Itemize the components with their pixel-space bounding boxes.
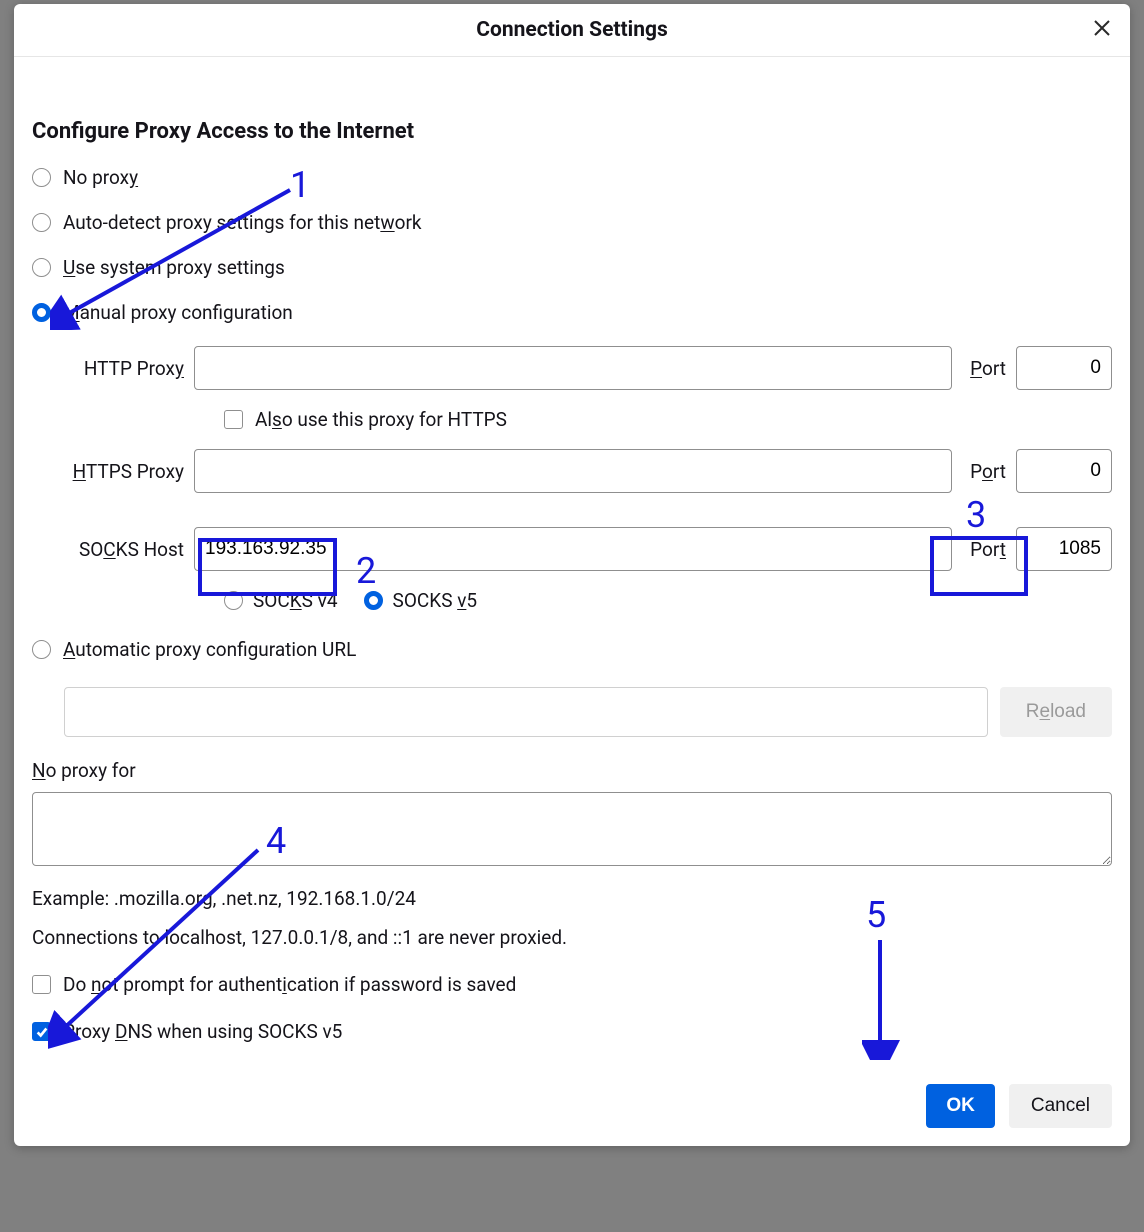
ok-button[interactable]: OK (926, 1084, 995, 1128)
section-title: Configure Proxy Access to the Internet (32, 119, 1112, 144)
auto-url-input[interactable] (64, 687, 988, 737)
manual-proxy-fields: HTTP Proxy Port Also use this proxy for … (64, 346, 1112, 612)
auth-prompt-label: Do not prompt for authentication if pass… (63, 973, 516, 996)
dialog-title: Connection Settings (476, 18, 668, 42)
http-proxy-label: HTTP Proxy (64, 357, 184, 380)
http-port-label: Port (970, 357, 1006, 380)
no-proxy-for-label: No proxy for (32, 759, 1112, 782)
socks-host-input[interactable] (194, 527, 952, 571)
http-port-input[interactable] (1016, 346, 1112, 390)
radio-icon (32, 258, 51, 277)
https-proxy-row: HTTPS Proxy Port (64, 449, 1112, 493)
radio-icon (32, 640, 51, 659)
example-text: Example: .mozilla.org, .net.nz, 192.168.… (32, 887, 1112, 910)
socks-host-label: SOCKS Host (64, 538, 184, 561)
radio-auto-detect[interactable]: Auto-detect proxy settings for this netw… (32, 211, 1112, 234)
socks-v5-label: SOCKS v5 (393, 589, 478, 612)
reload-button[interactable]: Reload (1000, 687, 1112, 737)
socks-v4-label: SOCKS v4 (253, 589, 338, 612)
radio-icon (32, 213, 51, 232)
radio-label: No proxy (63, 166, 138, 189)
connection-settings-dialog: Connection Settings Configure Proxy Acce… (14, 4, 1130, 1146)
auth-prompt-row[interactable]: Do not prompt for authentication if pass… (32, 973, 1112, 996)
radio-icon-selected (32, 303, 51, 322)
radio-label: Auto-detect proxy settings for this netw… (63, 211, 422, 234)
radio-use-system[interactable]: Use system proxy settings (32, 256, 1112, 279)
radio-label: Use system proxy settings (63, 256, 285, 279)
proxy-dns-row[interactable]: Proxy DNS when using SOCKS v5 (32, 1020, 1112, 1043)
https-proxy-label: HTTPS Proxy (64, 460, 184, 483)
https-proxy-input[interactable] (194, 449, 952, 493)
radio-icon-selected (364, 591, 383, 610)
proxy-dns-label: Proxy DNS when using SOCKS v5 (63, 1020, 342, 1043)
also-https-label: Also use this proxy for HTTPS (255, 408, 507, 431)
also-https-row[interactable]: Also use this proxy for HTTPS (224, 408, 1112, 431)
http-proxy-row: HTTP Proxy Port (64, 346, 1112, 390)
localhost-note: Connections to localhost, 127.0.0.1/8, a… (32, 926, 1112, 949)
close-icon (1092, 18, 1112, 38)
checkbox-icon-checked (32, 1022, 51, 1041)
socks-version-row: SOCKS v4 SOCKS v5 (224, 589, 1112, 612)
auto-url-row: Reload (64, 687, 1112, 737)
close-button[interactable] (1088, 14, 1116, 42)
radio-icon (32, 168, 51, 187)
radio-label: Manual proxy configuration (63, 301, 293, 324)
checkbox-icon (32, 975, 51, 994)
radio-no-proxy[interactable]: No proxy (32, 166, 1112, 189)
radio-label: Automatic proxy configuration URL (63, 638, 356, 661)
socks-host-row: SOCKS Host Port (64, 527, 1112, 571)
dialog-footer: OK Cancel (926, 1084, 1112, 1128)
radio-auto-url[interactable]: Automatic proxy configuration URL (32, 638, 1112, 661)
radio-manual[interactable]: Manual proxy configuration (32, 301, 1112, 324)
socks-port-label: Port (970, 538, 1006, 561)
no-proxy-for-input[interactable] (32, 792, 1112, 866)
http-proxy-input[interactable] (194, 346, 952, 390)
checkbox-icon (224, 410, 243, 429)
radio-socks-v5[interactable]: SOCKS v5 (364, 589, 478, 612)
https-port-input[interactable] (1016, 449, 1112, 493)
radio-socks-v4[interactable]: SOCKS v4 (224, 589, 338, 612)
radio-icon (224, 591, 243, 610)
dialog-header: Connection Settings (14, 4, 1130, 57)
socks-port-input[interactable] (1016, 527, 1112, 571)
https-port-label: Port (970, 460, 1006, 483)
cancel-button[interactable]: Cancel (1009, 1084, 1112, 1128)
dialog-body: Configure Proxy Access to the Internet N… (14, 57, 1130, 1043)
